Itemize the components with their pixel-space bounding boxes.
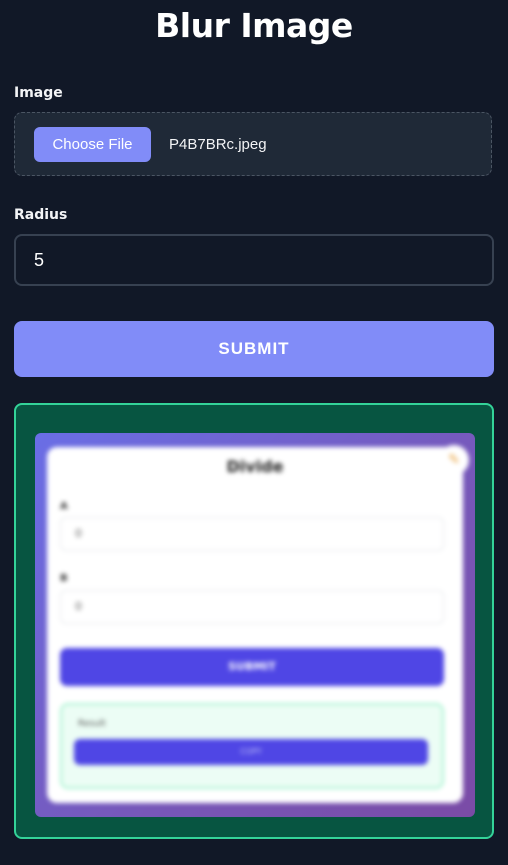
preview-field-b: 0 <box>60 590 444 624</box>
selected-file-name: P4B7BRc.jpeg <box>169 136 267 153</box>
page-title: Blur Image <box>155 6 353 45</box>
preview-copy-button: COPY <box>74 739 428 765</box>
pencil-icon: ✎ <box>439 445 469 475</box>
radius-label: Radius <box>14 207 68 223</box>
preview-field-a-label: A <box>60 501 68 512</box>
submit-button[interactable]: SUBMIT <box>14 321 494 377</box>
choose-file-button[interactable]: Choose File <box>34 127 151 162</box>
file-input[interactable]: Choose File P4B7BRc.jpeg <box>14 112 492 176</box>
result-panel: Divide A 0 B 0 SUBMIT Result COPY ✎ <box>14 403 494 839</box>
preview-result-box: Result COPY <box>60 703 444 789</box>
preview-result-text: Result <box>78 719 106 729</box>
blurred-preview: Divide A 0 B 0 SUBMIT Result COPY ✎ <box>35 433 475 817</box>
preview-field-a: 0 <box>60 517 444 551</box>
preview-field-b-label: B <box>60 573 68 584</box>
radius-input[interactable] <box>14 234 494 286</box>
preview-submit-button: SUBMIT <box>60 648 444 686</box>
image-label: Image <box>14 85 63 101</box>
preview-title: Divide <box>226 457 284 476</box>
blurred-result-image: Divide A 0 B 0 SUBMIT Result COPY ✎ <box>35 433 475 817</box>
